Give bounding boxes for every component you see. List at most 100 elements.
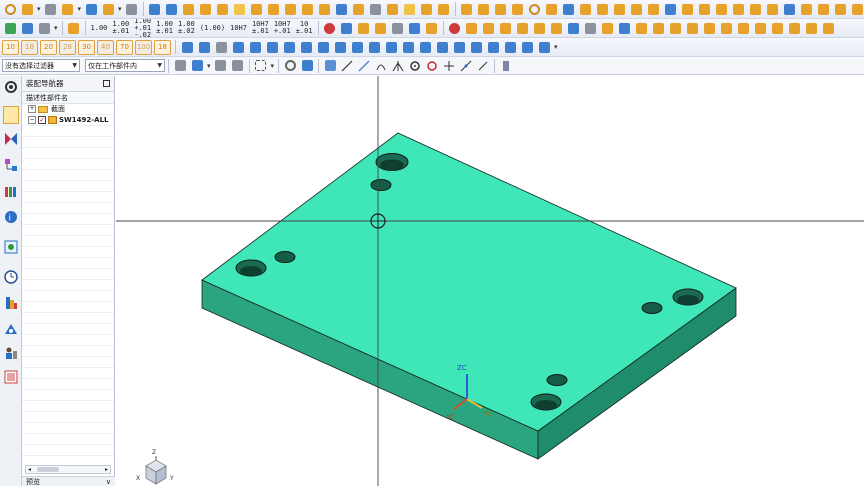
chevron-down-icon[interactable]: ▾	[53, 24, 59, 32]
annotation-tool-icon[interactable]	[390, 20, 406, 36]
mold-tool-icon[interactable]	[578, 1, 594, 17]
standard-part-icon[interactable]	[196, 39, 212, 55]
process-studio-icon[interactable]	[4, 322, 18, 336]
assembly-tool-icon[interactable]	[124, 1, 140, 17]
hole-counterbore-left[interactable]	[235, 259, 267, 277]
standard-part-icon[interactable]	[468, 39, 484, 55]
standard-size-button[interactable]: 40	[97, 39, 114, 55]
mold-tool-icon[interactable]	[612, 1, 628, 17]
palette-icon[interactable]	[4, 370, 18, 384]
dimension-style-button[interactable]: (1.00)	[198, 24, 227, 32]
feature-tool-icon[interactable]	[283, 1, 299, 17]
standard-part-icon[interactable]	[383, 39, 399, 55]
constraint-navigator-icon[interactable]	[4, 132, 18, 146]
modeling-tool-icon[interactable]	[702, 20, 718, 36]
modeling-tool-icon[interactable]	[600, 20, 616, 36]
modeling-tool-icon[interactable]	[617, 20, 633, 36]
system-materials-icon[interactable]	[4, 296, 18, 310]
standard-part-icon[interactable]	[434, 39, 450, 55]
feature-tool-icon[interactable]	[385, 1, 401, 17]
hole-counterbore-right[interactable]	[672, 288, 704, 306]
chevron-down-icon[interactable]: ▾	[206, 62, 212, 70]
modeling-tool-icon[interactable]	[498, 20, 514, 36]
standard-part-icon[interactable]	[485, 39, 501, 55]
assembly-navigator-icon[interactable]	[3, 106, 19, 124]
select-feature-icon[interactable]	[189, 58, 205, 74]
chevron-down-icon[interactable]: ▾	[36, 5, 42, 13]
tree-node-section[interactable]: + 截面	[22, 104, 114, 115]
mold-tool-icon[interactable]	[493, 1, 509, 17]
hole-right[interactable]	[641, 302, 663, 314]
dimension-style-button[interactable]: 10 ±.01	[294, 21, 315, 35]
feature-tool-icon[interactable]	[334, 1, 350, 17]
modeling-tool-icon[interactable]	[549, 20, 565, 36]
mold-tool-icon[interactable]	[731, 1, 747, 17]
feature-tool-icon[interactable]	[198, 1, 214, 17]
mold-tool-icon[interactable]	[748, 1, 764, 17]
existing-point-icon[interactable]	[441, 58, 457, 74]
annotation-tool-icon[interactable]	[424, 20, 440, 36]
assembly-tool-icon[interactable]	[83, 1, 99, 17]
chevron-down-icon[interactable]: ▾	[270, 62, 276, 70]
scroll-thumb[interactable]	[37, 467, 60, 472]
feature-tool-icon[interactable]	[249, 1, 265, 17]
modeling-tool-icon[interactable]	[787, 20, 803, 36]
standard-part-icon[interactable]	[230, 39, 246, 55]
rectangle-select-icon[interactable]	[230, 58, 246, 74]
dimension-style-button[interactable]: 1.00 ±.02	[176, 21, 197, 35]
assembly-tool-icon[interactable]	[60, 1, 76, 17]
modeling-tool-icon[interactable]	[685, 20, 701, 36]
hole-counterbore-bottom[interactable]	[530, 393, 562, 411]
assembly-tool-icon[interactable]	[19, 1, 35, 17]
feature-tool-icon[interactable]	[147, 1, 163, 17]
modeling-tool-icon[interactable]	[447, 20, 463, 36]
hole-counterbore-top[interactable]	[375, 153, 409, 171]
standard-part-icon[interactable]	[400, 39, 416, 55]
standard-size-button[interactable]: 100	[135, 39, 152, 55]
standard-part-icon[interactable]	[349, 39, 365, 55]
modeling-tool-icon[interactable]	[804, 20, 820, 36]
standard-size-button[interactable]: 18	[154, 39, 171, 55]
mold-tool-icon[interactable]	[799, 1, 815, 17]
selection-filter-dropdown[interactable]: 没有选择过滤器 ▼	[2, 59, 80, 72]
standard-part-icon[interactable]	[519, 39, 535, 55]
assembly-tool-icon[interactable]	[100, 1, 116, 17]
checkbox-checked-icon[interactable]: ✓	[38, 116, 46, 124]
mold-tool-icon[interactable]	[714, 1, 730, 17]
feature-tool-icon[interactable]	[215, 1, 231, 17]
dashed-select-icon[interactable]	[253, 58, 269, 74]
feature-tool-icon[interactable]	[181, 1, 197, 17]
expand-icon[interactable]: +	[28, 105, 36, 113]
reuse-library-icon[interactable]	[4, 184, 18, 198]
mold-tool-icon[interactable]	[765, 1, 781, 17]
standard-part-icon[interactable]	[417, 39, 433, 55]
check-icon[interactable]	[2, 20, 18, 36]
modeling-tool-icon[interactable]	[566, 20, 582, 36]
assembly-tool-icon[interactable]	[2, 1, 18, 17]
modeling-tool-icon[interactable]	[464, 20, 480, 36]
settings-icon[interactable]	[4, 80, 18, 94]
standard-part-icon[interactable]	[213, 39, 229, 55]
dimension-style-button[interactable]: 10H7 +.01	[272, 21, 293, 35]
modeling-tool-icon[interactable]	[753, 20, 769, 36]
annotation-tool-icon[interactable]	[373, 20, 389, 36]
frame-icon[interactable]	[66, 20, 82, 36]
standard-part-icon[interactable]	[536, 39, 552, 55]
modeling-tool-icon[interactable]	[515, 20, 531, 36]
standard-size-button[interactable]: 18	[21, 39, 38, 55]
standard-size-button[interactable]: 70	[116, 39, 133, 55]
standard-part-icon[interactable]	[247, 39, 263, 55]
snap-point-icon[interactable]	[322, 58, 338, 74]
standard-part-icon[interactable]	[315, 39, 331, 55]
mold-tool-icon[interactable]	[527, 1, 543, 17]
modeling-tool-icon[interactable]	[719, 20, 735, 36]
horizontal-scrollbar[interactable]: ◂ ▸	[25, 465, 111, 474]
preview-section[interactable]: 预览 ∨	[22, 476, 115, 486]
modeling-tool-icon[interactable]	[481, 20, 497, 36]
maximize-icon[interactable]	[103, 80, 110, 87]
modeling-tool-icon[interactable]	[736, 20, 752, 36]
dimension-style-button[interactable]: 1.00 ±.01	[110, 21, 131, 35]
feature-tool-icon[interactable]	[300, 1, 316, 17]
chevron-down-icon[interactable]: ▾	[553, 43, 559, 51]
dimension-style-button[interactable]: 10H7 ±.01	[250, 21, 271, 35]
